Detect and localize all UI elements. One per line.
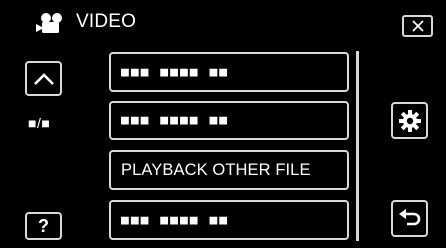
help-label: ? xyxy=(38,215,49,236)
settings-button[interactable] xyxy=(391,102,428,139)
menu-item[interactable]: ■■■ ■■■■ ■■ xyxy=(109,52,349,92)
menu-item-label: ■■■ ■■■■ ■■ xyxy=(121,212,230,228)
menu-item-label: ■■■ ■■■■ ■■ xyxy=(121,113,230,128)
scroll-up-button[interactable] xyxy=(25,61,62,96)
menu-item[interactable]: ■■■ ■■■■ ■■ xyxy=(109,200,349,240)
video-camera-icon xyxy=(36,13,62,33)
header: VIDEO xyxy=(0,0,446,44)
page-title: VIDEO xyxy=(76,11,137,32)
close-icon xyxy=(411,20,424,32)
help-button[interactable]: ? xyxy=(25,212,62,240)
scrollbar[interactable] xyxy=(356,51,359,241)
back-button[interactable] xyxy=(391,200,428,237)
menu-item-label: PLAYBACK OTHER FILE xyxy=(121,160,311,179)
menu-item-label: ■■■ ■■■■ ■■ xyxy=(121,64,230,80)
close-button[interactable] xyxy=(402,15,433,37)
page-indicator: ■/■ xyxy=(28,115,51,131)
return-arrow-icon xyxy=(398,208,420,225)
gear-icon xyxy=(398,109,421,132)
menu-item-playback-other-file[interactable]: PLAYBACK OTHER FILE xyxy=(109,150,349,190)
chevron-up-icon xyxy=(33,72,54,85)
menu-item[interactable]: ■■■ ■■■■ ■■ xyxy=(109,101,349,140)
